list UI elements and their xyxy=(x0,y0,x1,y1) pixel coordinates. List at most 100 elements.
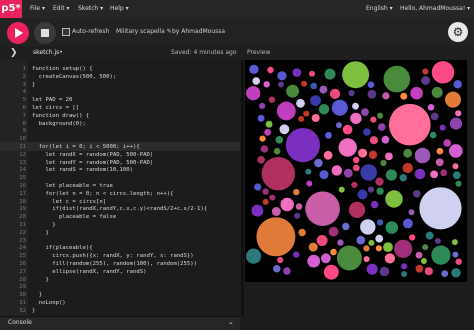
code-line[interactable]: let randS = random(10,100) xyxy=(32,166,133,175)
sketch-circle xyxy=(360,219,376,235)
pane-divider[interactable] xyxy=(241,60,244,316)
sketch-circle xyxy=(455,258,462,265)
p5-logo[interactable]: p5* xyxy=(0,0,22,18)
sketch-circle xyxy=(377,112,384,119)
sketch-circle xyxy=(439,124,446,131)
sketch-circle xyxy=(379,266,390,277)
sketch-circle xyxy=(306,180,313,187)
sketch-circle xyxy=(293,188,300,196)
sketch-circle xyxy=(311,114,320,122)
sketch-circle xyxy=(452,251,459,258)
sketch-circle xyxy=(380,159,387,167)
sketch-circle xyxy=(422,68,429,75)
play-button[interactable] xyxy=(7,22,29,44)
sketch-circle xyxy=(323,150,333,160)
sketch-circle xyxy=(440,169,448,177)
sketch-circle xyxy=(246,248,262,264)
sketch-preview-canvas[interactable] xyxy=(245,60,467,282)
sketch-circle xyxy=(401,271,408,277)
sketch-circle xyxy=(403,218,413,229)
sketch-circle xyxy=(260,145,269,153)
menu-sketch[interactable]: Sketch ▾ xyxy=(78,0,103,18)
sketch-circle xyxy=(257,156,265,164)
sketch-circle xyxy=(295,203,303,210)
sketch-circle xyxy=(350,112,362,125)
sketch-circle xyxy=(452,163,459,170)
preview-svg xyxy=(246,61,463,280)
sketch-circle xyxy=(369,136,378,145)
sketch-circle xyxy=(264,128,271,136)
sketch-circle xyxy=(402,162,413,174)
sketch-circle xyxy=(430,112,439,121)
sketch-circle xyxy=(254,183,262,191)
sidebar-toggle-button[interactable]: ❯ xyxy=(10,47,24,59)
sketch-circle xyxy=(351,181,358,188)
gear-icon[interactable]: ⚙ xyxy=(448,22,468,42)
sketch-circle xyxy=(294,212,301,219)
sketch-circle xyxy=(331,99,348,116)
sketch-circle xyxy=(382,92,390,100)
sketch-circle xyxy=(399,174,407,182)
sketch-circle xyxy=(246,86,261,101)
language-select[interactable]: English ▾ xyxy=(366,0,393,18)
sketch-circle xyxy=(316,235,328,246)
sketch-circle xyxy=(292,68,302,77)
auto-refresh-checkbox[interactable] xyxy=(62,28,70,36)
code-line[interactable]: background(0); xyxy=(32,120,86,129)
sketch-circle xyxy=(261,157,295,191)
sketch-circle xyxy=(268,96,276,103)
sketch-circle xyxy=(385,152,393,161)
code-line[interactable]: } xyxy=(32,276,48,285)
sketch-circle xyxy=(424,267,433,276)
sketch-circle xyxy=(371,200,379,209)
menu-file[interactable]: File ▾ xyxy=(30,0,45,18)
line-number: 32 xyxy=(19,307,26,314)
sketch-circle xyxy=(342,61,370,89)
sketch-circle xyxy=(419,187,462,230)
sketch-title[interactable]: Military scapella ✎ xyxy=(116,28,172,35)
sketch-circle xyxy=(277,256,284,264)
sketch-circle xyxy=(403,148,413,158)
user-menu[interactable]: Hello, AhmadMoussa! ▾ xyxy=(400,0,470,18)
sketch-circle xyxy=(422,244,429,251)
sketch-circle xyxy=(389,103,431,146)
code-line[interactable]: createCanvas(500, 500); xyxy=(32,73,116,82)
sketch-circle xyxy=(251,204,264,217)
sketch-circle xyxy=(338,186,345,193)
sketch-circle xyxy=(279,124,290,135)
sketch-circle xyxy=(342,222,350,231)
sketch-circle xyxy=(376,219,384,226)
sketch-circle xyxy=(363,245,370,252)
sketch-circle xyxy=(301,80,308,87)
sketch-circle xyxy=(443,139,451,147)
sketch-circle xyxy=(436,147,444,155)
sketch-circle xyxy=(321,253,331,264)
sketch-circle xyxy=(257,114,265,122)
sketch-circle xyxy=(357,189,368,200)
console-bar[interactable] xyxy=(0,316,240,330)
sketch-circle xyxy=(325,131,332,139)
menu-edit[interactable]: Edit ▾ xyxy=(53,0,70,18)
chevron-down-icon[interactable]: ⌄ xyxy=(228,316,234,329)
sketch-circle xyxy=(278,81,284,88)
sketch-circle xyxy=(455,180,462,187)
code-line[interactable]: } xyxy=(32,81,35,90)
stop-button[interactable] xyxy=(34,22,56,44)
sketch-circle xyxy=(400,92,408,100)
code-line[interactable]: ellipse(randX, randY, randS) xyxy=(32,268,146,277)
sketch-circle xyxy=(455,110,462,117)
sketch-circle xyxy=(368,150,378,159)
sketch-circle xyxy=(310,82,317,90)
code-line[interactable]: noLoop() xyxy=(32,299,66,308)
sub-bar xyxy=(0,46,474,60)
code-line[interactable]: } xyxy=(32,307,35,316)
sketch-circle xyxy=(385,190,403,208)
sketch-circle xyxy=(383,242,393,253)
sketch-circle xyxy=(370,116,377,123)
sketch-circle xyxy=(427,104,435,111)
menu-help[interactable]: Help ▾ xyxy=(110,0,129,18)
sketch-circle xyxy=(452,171,461,180)
file-tab[interactable]: sketch.js• xyxy=(33,46,63,60)
code-line[interactable]: } xyxy=(32,229,48,238)
sketch-circle xyxy=(280,197,294,212)
